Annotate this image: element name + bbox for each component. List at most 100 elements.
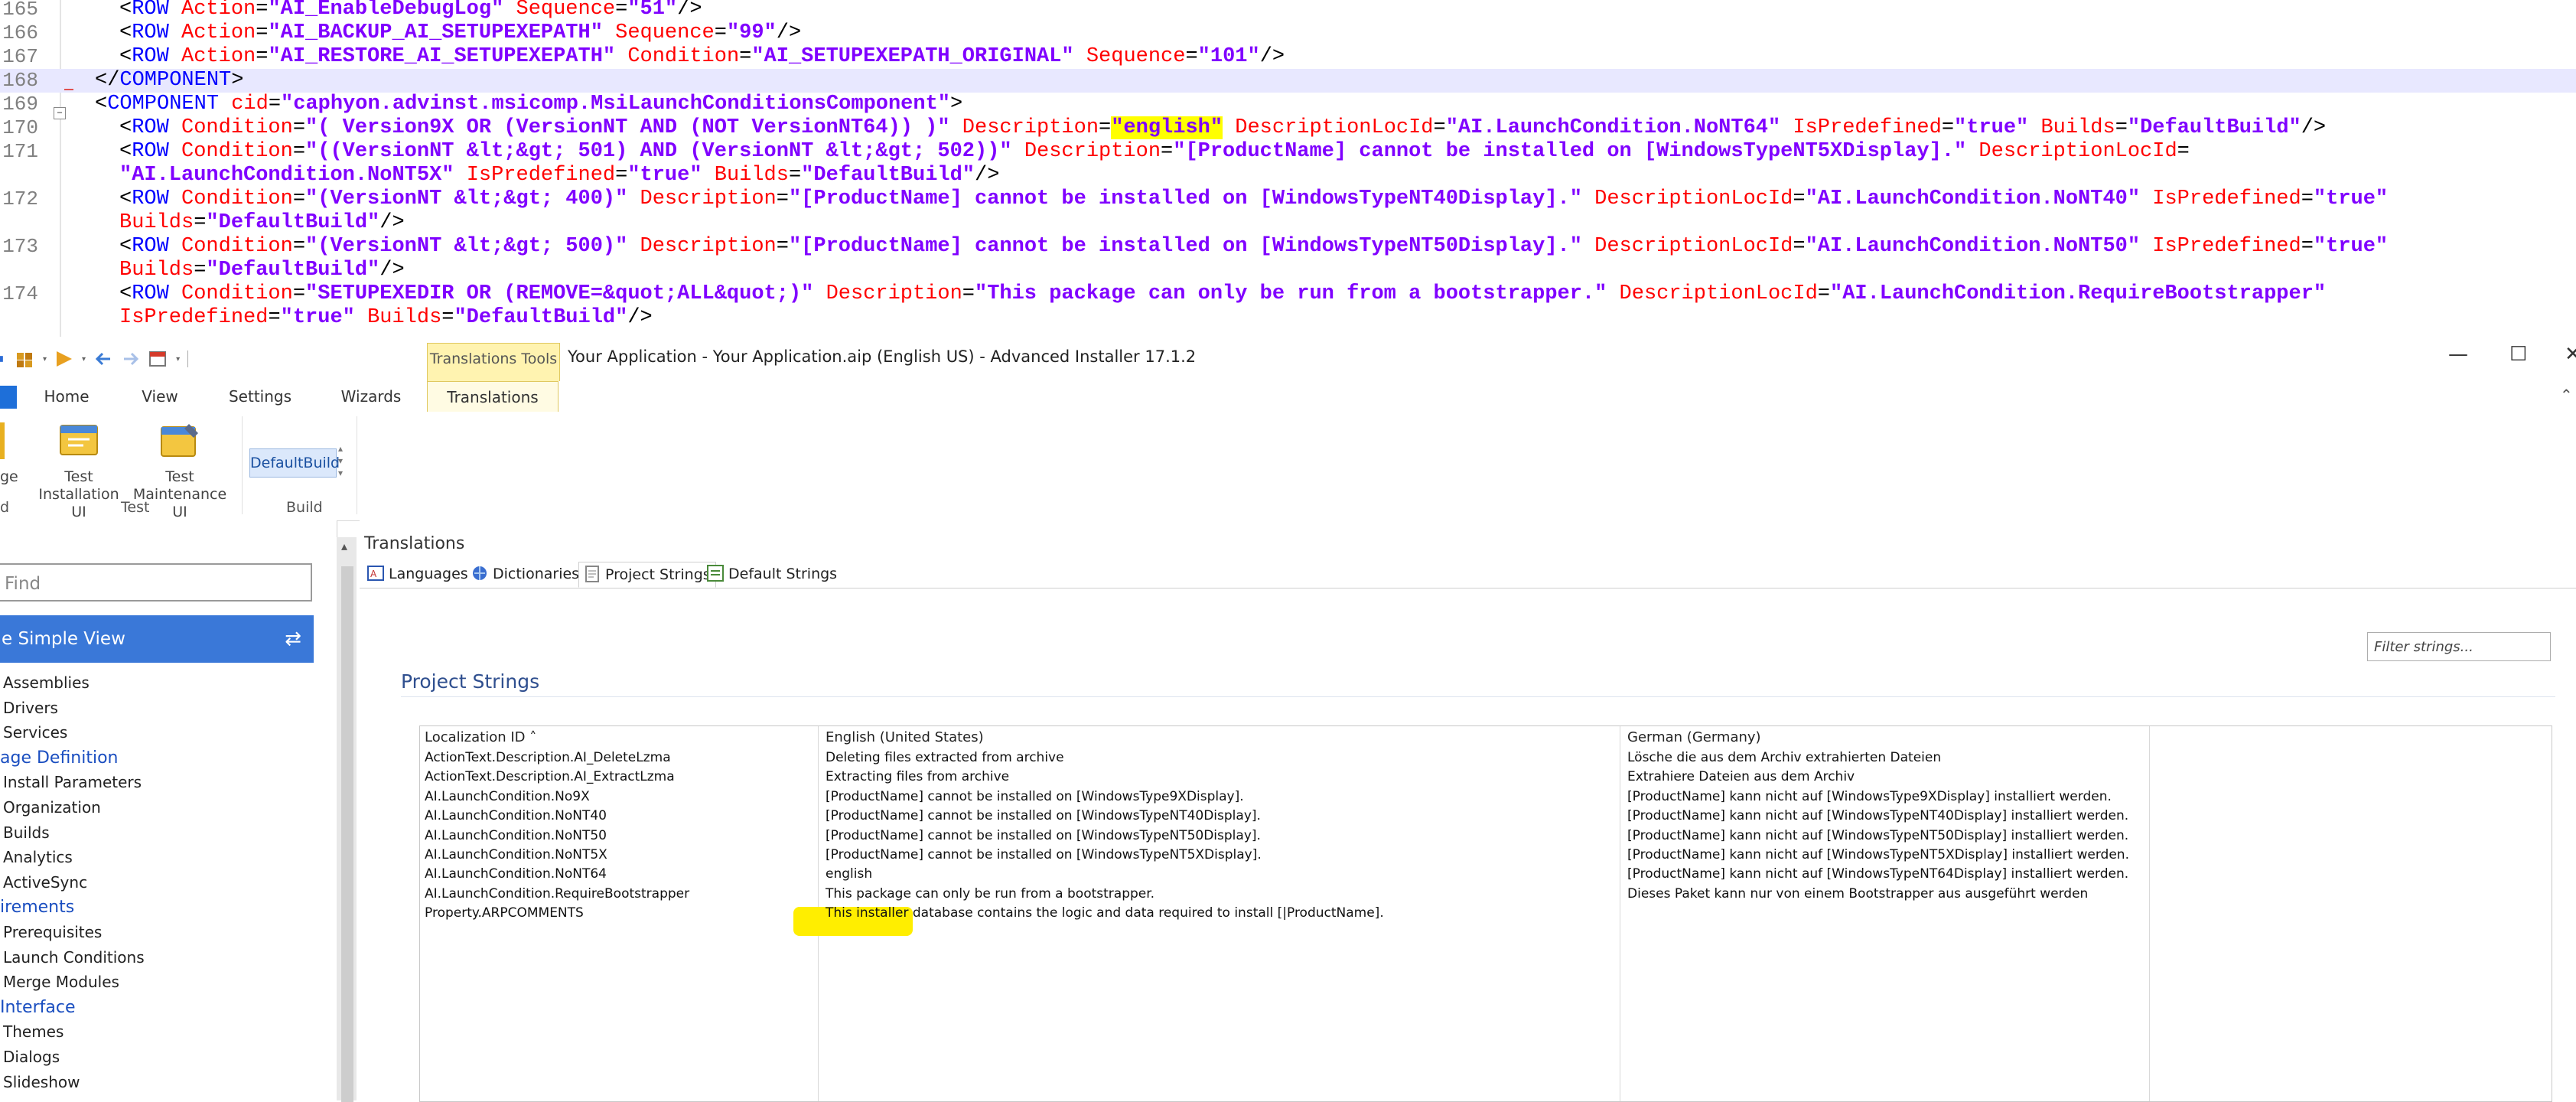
scroll-up-icon[interactable]: ▴ [341,539,347,553]
cell-localization-id[interactable]: AI.LaunchCondition.NoNT5X [425,845,607,865]
sidebar-item[interactable]: Dialogs [3,1048,60,1066]
sidebar-item[interactable]: Prerequisites [3,923,102,941]
xml-editor[interactable]: 165 <ROW Action="AI_EnableDebugLog" Seque… [0,0,2576,337]
project-strings-table[interactable]: Localization ID ˄ English (United States… [419,725,2552,1102]
code-line[interactable]: Builds="DefaultBuild"/> [0,211,2576,235]
dropdown-arrow-icon[interactable]: ▾ [176,355,180,364]
sidebar-item[interactable]: Builds [3,823,50,842]
cell-localization-id[interactable]: ActionText.Description.AI_DeleteLzma [425,748,671,768]
code-token: COMPONENT [119,69,232,92]
sidebar-item[interactable]: Install Parameters [3,773,142,791]
cell-english[interactable]: Extracting files from archive [826,767,1009,787]
tab-translations[interactable]: Translations [427,381,559,413]
subtab-dictionaries[interactable]: Dictionaries [471,562,579,586]
find-input[interactable]: Find [0,563,312,602]
save-icon[interactable] [0,349,8,369]
cell-german[interactable]: Extrahiere Dateien aus dem Archiv [1627,767,1855,787]
sidebar-item[interactable]: Launch Conditions [3,948,145,967]
sidebar-item[interactable]: Analytics [3,848,73,866]
sidebar-item[interactable]: Drivers [3,699,58,717]
cell-english[interactable]: This package can only be run from a boot… [826,884,1154,904]
section-divider [401,696,2555,697]
minimize-button[interactable]: — [2448,343,2468,366]
column-header-german[interactable]: German (Germany) [1627,729,1761,745]
code-line[interactable]: 174 <ROW Condition="SETUPEXEDIR OR (REMOV… [0,282,2576,306]
cell-english[interactable]: english [826,864,872,884]
cell-german[interactable]: Dieses Paket kann nur von einem Bootstra… [1627,884,2088,904]
collapse-ribbon-icon[interactable]: ⌃ [2560,386,2573,404]
cell-english[interactable]: Deleting files extracted from archive [826,748,1064,768]
cell-english[interactable]: [ProductName] cannot be installed on [Wi… [826,826,1261,846]
code-line[interactable]: IsPredefined="true" Builds="DefaultBuild… [0,306,2576,330]
close-button[interactable]: ✕ [2565,343,2576,366]
filter-strings-input[interactable]: Filter strings... [2367,632,2551,661]
sidebar-item[interactable]: ActiveSync [3,873,87,892]
dropdown-arrow-icon[interactable]: ▾ [82,355,86,364]
tab-settings[interactable]: Settings [228,381,292,412]
tab-wizards[interactable]: Wizards [338,381,404,412]
cell-localization-id[interactable]: AI.LaunchCondition.NoNT40 [425,806,607,826]
cell-localization-id[interactable]: Property.ARPCOMMENTS [425,903,584,923]
cell-english[interactable]: This installer database contains the log… [826,903,1384,923]
code-line[interactable]: 170 <ROW Condition="( Version9X OR (Versi… [0,116,2576,140]
nav-section-heading[interactable]: irements [0,898,74,917]
simple-view-button[interactable]: e Simple View ⇄ [0,615,314,663]
subtab-default-strings[interactable]: Default Strings [707,562,837,586]
tab-view[interactable]: View [135,381,185,412]
forward-arrow-icon[interactable] [121,349,141,369]
code-line[interactable]: Builds="DefaultBuild"/> [0,259,2576,282]
code-line[interactable]: 173 <ROW Condition="(VersionNT &lt;&gt; 5… [0,235,2576,259]
cell-german[interactable]: Lösche die aus dem Archiv extrahierten D… [1627,748,1941,768]
build-selector[interactable]: DefaultBuild [249,448,340,478]
code-line[interactable]: 169 <COMPONENT cid="caphyon.advinst.msico… [0,93,2576,116]
code-line[interactable]: 171 <ROW Condition="((VersionNT &lt;&gt; … [0,140,2576,164]
column-header-localization-id[interactable]: Localization ID ˄ [425,729,536,745]
cell-localization-id[interactable]: ActionText.Description.AI_ExtractLzma [425,767,675,787]
nav-section-heading[interactable]: age Definition [0,748,119,768]
cell-english[interactable]: [ProductName] cannot be installed on [Wi… [826,787,1244,807]
project-tree-pane: Find e Simple View ⇄ Assemblies Drivers Se… [0,520,337,1100]
sidebar-item[interactable]: Services [3,723,67,742]
calendar-icon[interactable] [148,349,168,369]
cell-localization-id[interactable]: AI.LaunchCondition.RequireBootstrapper [425,884,689,904]
cell-german[interactable]: [ProductName] kann nicht auf [WindowsTyp… [1627,806,2128,826]
cell-localization-id[interactable]: AI.LaunchCondition.NoNT50 [425,826,607,846]
column-header-english[interactable]: English (United States) [826,729,984,745]
sidebar-item[interactable]: Assemblies [3,673,90,692]
maximize-button[interactable]: ☐ [2509,343,2527,366]
back-arrow-icon[interactable] [93,349,113,369]
code-token: Builds [119,211,194,234]
sidebar-item[interactable]: Merge Modules [3,973,119,991]
code-line[interactable]: 166 <ROW Action="AI_BACKUP_AI_SETUPEXEPAT… [0,21,2576,45]
code-line[interactable]: 167 <ROW Action="AI_RESTORE_AI_SETUPEXEPA… [0,45,2576,69]
sidebar-item[interactable]: Organization [3,798,101,817]
test-installation-ui-button[interactable]: Test Installation UI [34,422,124,521]
cell-german[interactable]: [ProductName] kann nicht auf [WindowsTyp… [1627,787,2112,807]
build-selector-scroll[interactable]: ▴ ▾ ▾ [338,442,349,479]
cell-german[interactable]: [ProductName] kann nicht auf [WindowsTyp… [1627,864,2128,884]
sidebar-item[interactable]: Slideshow [3,1073,80,1091]
fold-toggle-icon[interactable]: − [54,107,66,119]
run-icon[interactable] [54,349,74,369]
dropdown-arrow-icon[interactable]: ▾ [43,355,47,364]
tab-home[interactable]: Home [38,381,95,412]
sidebar-item[interactable]: Themes [3,1022,64,1041]
code-token: = [441,306,454,329]
tree-scroll-thumb[interactable] [341,566,353,1102]
cell-german[interactable]: [ProductName] kann nicht auf [WindowsTyp… [1627,826,2128,846]
code-token: "SETUPEXEDIR OR (REMOVE=&quot;ALL&quot;)… [305,282,814,305]
nav-section-heading[interactable]: Interface [0,998,76,1017]
cell-localization-id[interactable]: AI.LaunchCondition.NoNT64 [425,864,607,884]
cell-english[interactable]: [ProductName] cannot be installed on [Wi… [826,845,1262,865]
file-menu-button[interactable] [0,386,17,409]
code-line[interactable]: "AI.LaunchCondition.NoNT5X" IsPredefined… [0,164,2576,187]
cell-localization-id[interactable]: AI.LaunchCondition.No9X [425,787,590,807]
build-icon[interactable] [15,349,35,369]
cell-english[interactable]: [ProductName] cannot be installed on [Wi… [826,806,1261,826]
code-line[interactable]: 168 </COMPONENT> [0,69,2576,93]
code-line[interactable]: 165 <ROW Action="AI_EnableDebugLog" Seque… [0,0,2576,21]
subtab-languages[interactable]: A Languages [367,562,468,586]
cell-german[interactable]: [ProductName] kann nicht auf [WindowsTyp… [1627,845,2129,865]
code-line[interactable]: 172 <ROW Condition="(VersionNT &lt;&gt; 4… [0,187,2576,211]
subtab-project-strings[interactable]: Project Strings [578,562,716,588]
